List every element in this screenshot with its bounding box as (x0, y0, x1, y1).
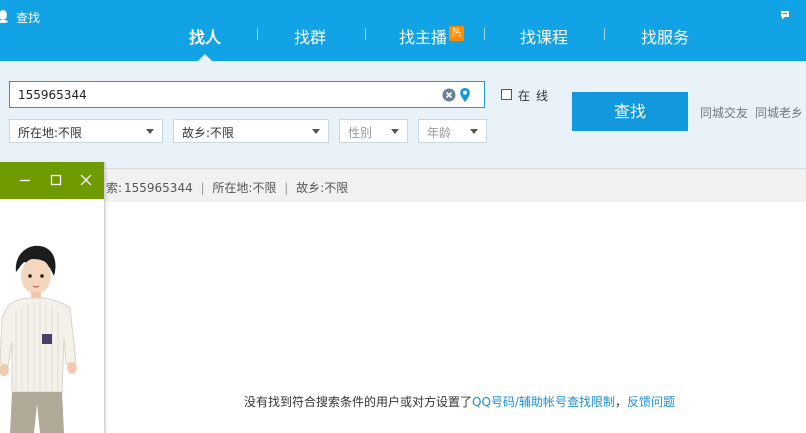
tab-find-streamers[interactable]: 找主播热 (399, 24, 465, 48)
pet-window[interactable] (0, 162, 105, 433)
chevron-down-icon (391, 129, 399, 134)
conditions-text: 155965344 | 所在地:不限 | 故乡:不限 (124, 179, 348, 196)
chevron-down-icon (312, 129, 320, 134)
dropdown-placeholder: 年龄 (427, 126, 452, 140)
tab-find-groups[interactable]: 找群 (294, 24, 326, 48)
maximize-icon[interactable] (48, 172, 64, 188)
minimize-icon[interactable] (17, 172, 33, 188)
window-title: 查找 (16, 11, 41, 25)
top-bar: 查找 找人 找群 找主播热 找课程 找服务 (0, 0, 806, 61)
close-icon[interactable] (78, 172, 94, 188)
search-box (9, 81, 485, 108)
divider: | (284, 181, 289, 195)
tab-divider (484, 28, 485, 40)
search-conditions-bar: 索: 155965344 | 所在地:不限 | 故乡:不限 (0, 168, 806, 202)
avatar-character-figure (0, 245, 77, 433)
separator: ， (614, 395, 627, 409)
location-pin-icon[interactable] (459, 87, 471, 103)
search-panel: 在线 查找 同城交友 同城老乡 所在地:不限 故乡:不限 性别 年龄 (0, 61, 806, 168)
online-label: 在线 (518, 89, 555, 103)
link-local-friends[interactable]: 同城交友 (700, 104, 748, 121)
dropdown-value: 故乡:不限 (182, 126, 235, 140)
search-input[interactable] (18, 86, 438, 104)
condition-hometown: 故乡:不限 (296, 181, 349, 195)
tab-find-services[interactable]: 找服务 (641, 24, 689, 48)
search-button[interactable]: 查找 (572, 92, 688, 131)
chevron-down-icon (146, 129, 154, 134)
empty-result-message: 没有找到符合搜索条件的用户或对方设置了QQ号码/辅助帐号查找限制，反馈问题 (244, 393, 675, 410)
dropdown-value: 所在地:不限 (18, 126, 83, 140)
condition-keyword: 155965344 (124, 181, 193, 195)
feedback-icon[interactable] (780, 10, 790, 20)
hot-badge: 热 (449, 26, 465, 41)
active-tab-indicator (198, 54, 212, 61)
location-dropdown[interactable]: 所在地:不限 (9, 119, 163, 143)
tab-find-people[interactable]: 找人 (189, 24, 221, 48)
empty-result-text: 没有找到符合搜索条件的用户或对方设置了 (244, 395, 473, 409)
tab-label: 找主播 (399, 28, 448, 47)
tab-divider (257, 28, 258, 40)
conditions-prefix: 索: (106, 181, 123, 195)
tab-divider (365, 28, 366, 40)
tab-divider (604, 28, 605, 40)
online-checkbox[interactable] (501, 89, 512, 100)
search-restriction-link[interactable]: QQ号码/辅助帐号查找限制 (472, 395, 615, 409)
clear-icon[interactable] (442, 88, 456, 102)
divider: | (200, 181, 205, 195)
hometown-dropdown[interactable]: 故乡:不限 (173, 119, 329, 143)
feedback-link[interactable]: 反馈问题 (627, 395, 675, 409)
tab-find-courses[interactable]: 找课程 (520, 24, 568, 48)
pet-window-titlebar[interactable] (0, 162, 104, 199)
qq-penguin-icon (0, 10, 8, 23)
gender-dropdown[interactable]: 性别 (339, 119, 408, 143)
age-dropdown[interactable]: 年龄 (418, 119, 487, 143)
dropdown-placeholder: 性别 (348, 126, 373, 140)
condition-location: 所在地:不限 (212, 181, 277, 195)
chevron-down-icon (470, 129, 478, 134)
link-local-townsmen[interactable]: 同城老乡 (755, 104, 803, 121)
